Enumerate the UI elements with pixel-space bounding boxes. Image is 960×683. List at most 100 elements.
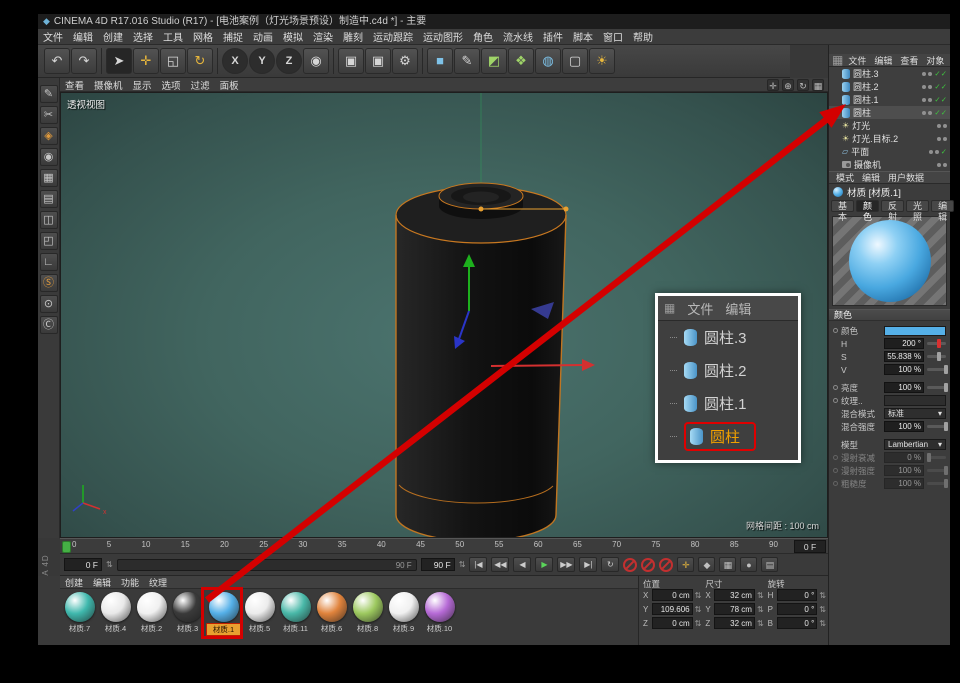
om-menu-file[interactable]: 文件: [845, 54, 869, 67]
frame-spinner[interactable]: ⇅: [106, 560, 113, 569]
spinner[interactable]: ⇅: [695, 619, 702, 628]
mix-strength-slider[interactable]: [927, 425, 946, 428]
timeline-ruler[interactable]: 051015202530354045505560657075808590 0 F: [60, 538, 828, 554]
y-axis-lock-button[interactable]: Y: [249, 48, 275, 74]
render-picture-viewer-button[interactable]: ▣: [365, 48, 391, 74]
magnet-tool-icon[interactable]: ◈: [40, 127, 58, 145]
end-frame-field[interactable]: 90 F: [421, 558, 455, 571]
menu-tools[interactable]: 工具: [158, 29, 188, 44]
menu-edit[interactable]: 编辑: [68, 29, 98, 44]
pan-view-icon[interactable]: ✛: [767, 79, 779, 91]
enable-dot[interactable]: [922, 98, 926, 102]
current-frame-field[interactable]: 0 F: [64, 558, 102, 571]
autokey-button[interactable]: [641, 558, 655, 572]
rotation-p-field[interactable]: 0 °: [777, 603, 818, 615]
menu-mesh[interactable]: 网格: [188, 29, 218, 44]
axis-tool-icon[interactable]: ∟: [40, 253, 58, 271]
material-sphere[interactable]: [389, 592, 419, 622]
tab-editor[interactable]: 编辑: [931, 200, 954, 212]
color-swatch[interactable]: [884, 326, 946, 336]
object-row-camera[interactable]: 摄像机: [829, 158, 950, 171]
saturation-slider[interactable]: [927, 355, 946, 358]
mode-tab[interactable]: 模式: [832, 171, 858, 184]
x-axis-lock-button[interactable]: X: [222, 48, 248, 74]
roughness-slider[interactable]: [927, 482, 946, 485]
gizmo-x-axis[interactable]: [491, 365, 584, 366]
material-sphere[interactable]: [353, 592, 383, 622]
spinner[interactable]: ⇅: [819, 591, 826, 600]
diffuse-level-field[interactable]: 100 %: [884, 465, 924, 476]
user-data-tab[interactable]: 用户数据: [884, 171, 928, 184]
pen-tool-icon[interactable]: ✎: [40, 85, 58, 103]
object-row-cylinder2[interactable]: 圆柱.2✓✓: [829, 80, 950, 93]
spinner[interactable]: ⇅: [819, 605, 826, 614]
edit-tab[interactable]: 编辑: [858, 171, 884, 184]
previous-key-button[interactable]: ◀◀: [491, 557, 509, 572]
spinner[interactable]: ⇅: [695, 591, 702, 600]
viewport-menu-camera[interactable]: 摄像机: [89, 78, 128, 92]
material-item[interactable]: 材质.7: [62, 590, 97, 636]
material-item[interactable]: 材质.6: [314, 590, 349, 636]
material-preview[interactable]: [829, 213, 950, 309]
move-tool[interactable]: ✛: [133, 48, 159, 74]
record-objects-button[interactable]: [659, 558, 673, 572]
record-keyframe-button[interactable]: [623, 558, 637, 572]
add-mograph-menu-button[interactable]: ❖: [508, 48, 534, 74]
object-row-cylinder1[interactable]: 圆柱.1✓✓: [829, 93, 950, 106]
menu-help[interactable]: 帮助: [628, 29, 658, 44]
material-sphere[interactable]: [101, 592, 131, 622]
radius-handle-dot[interactable]: [479, 207, 484, 212]
toggle-view-icon[interactable]: ▦: [812, 79, 824, 91]
render-view-button[interactable]: ▣: [338, 48, 364, 74]
material-item[interactable]: 材质.4: [98, 590, 133, 636]
value-field[interactable]: 100 %: [884, 364, 924, 375]
next-frame-button[interactable]: ▶▶: [557, 557, 575, 572]
material-item[interactable]: 材质.10: [422, 590, 457, 636]
material-menu-texture[interactable]: 纹理: [144, 576, 172, 589]
play-button[interactable]: ▶: [535, 557, 553, 572]
material-item[interactable]: 材质.9: [386, 590, 421, 636]
loop-button[interactable]: ↻: [601, 557, 619, 572]
menu-create[interactable]: 创建: [98, 29, 128, 44]
keyframe-dot-icon[interactable]: [833, 385, 838, 390]
menu-snap[interactable]: 捕捉: [218, 29, 248, 44]
slider-handle[interactable]: [944, 365, 948, 374]
material-sphere[interactable]: [173, 592, 203, 622]
brightness-slider[interactable]: [927, 386, 946, 389]
knife-tool-icon[interactable]: ✂: [40, 106, 58, 124]
keyframe-dot-icon[interactable]: [833, 455, 838, 460]
menu-pipeline[interactable]: 流水线: [498, 29, 538, 44]
record-scale-icon[interactable]: ◆: [698, 557, 715, 572]
object-row-light-target[interactable]: ☀灯光.目标.2: [829, 132, 950, 145]
enable-dot[interactable]: [922, 111, 926, 115]
diffuse-falloff-field[interactable]: 0 %: [884, 452, 924, 463]
timeline-playhead[interactable]: [62, 541, 71, 553]
keyframe-dot-icon[interactable]: [833, 481, 838, 486]
render-settings-button[interactable]: ⚙: [392, 48, 418, 74]
object-row-cylinder3[interactable]: 圆柱.3✓✓: [829, 67, 950, 80]
hue-slider[interactable]: [927, 342, 946, 345]
add-light-menu-button[interactable]: ☀: [589, 48, 615, 74]
roughness-field[interactable]: 100 %: [884, 478, 924, 489]
z-axis-lock-button[interactable]: Z: [276, 48, 302, 74]
add-camera-menu-button[interactable]: ▢: [562, 48, 588, 74]
menu-window[interactable]: 窗口: [598, 29, 628, 44]
slider-handle[interactable]: [937, 352, 941, 361]
object-row-light[interactable]: ☀灯光: [829, 119, 950, 132]
object-row-cylinder-selected[interactable]: 圆柱✓✓: [829, 106, 950, 119]
keying-settings-icon[interactable]: ▤: [761, 557, 778, 572]
add-spline-menu-button[interactable]: ✎: [454, 48, 480, 74]
array-tool-icon[interactable]: ▤: [40, 190, 58, 208]
saturation-field[interactable]: 55.838 %: [884, 351, 924, 362]
diffuse-level-slider[interactable]: [927, 469, 946, 472]
target-tool-icon[interactable]: ⊙: [40, 295, 58, 313]
rotation-b-field[interactable]: 0 °: [777, 617, 818, 629]
slider-handle[interactable]: [944, 479, 948, 488]
material-sphere[interactable]: [281, 592, 311, 622]
render-dot[interactable]: [943, 124, 947, 128]
panel-grid-icon[interactable]: ▦: [832, 53, 843, 67]
viewport-menu-panel[interactable]: 面板: [215, 78, 244, 92]
zoom-view-icon[interactable]: ⊕: [782, 79, 794, 91]
orbit-view-icon[interactable]: ↻: [797, 79, 809, 91]
render-dot[interactable]: [928, 72, 932, 76]
